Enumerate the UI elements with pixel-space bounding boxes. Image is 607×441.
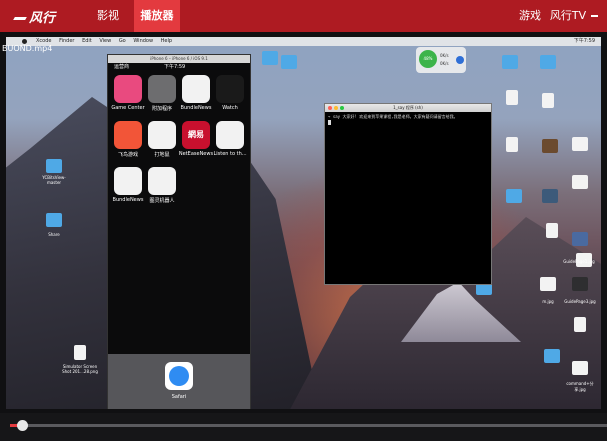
folder-icon [46,159,62,173]
mac-menubar: Xcode Finder Edit View Go Window Help 下午… [6,37,601,46]
terminal-cursor [328,120,331,125]
mac-menu-item: Edit [82,38,92,44]
safari-label: Safari [171,394,187,400]
ios-app-icon[interactable]: 網易 [182,121,210,149]
memory-percent: 48% [419,50,437,68]
desktop-icon-label: command+分享.jpg [566,381,594,392]
ios-time: 下午7:59 [164,64,186,70]
image-file-icon [74,345,86,360]
desktop-icon-label: Simulator Screen Shot 201...28.png [62,364,98,374]
folder-icon [506,189,522,203]
terminal-output[interactable]: → say 大家好! 欢迎来到苹果课程,我是老师。大家有疑问请留言给我。 [325,112,491,129]
upload-speed: 0K/s [440,53,449,58]
image-file-icon [572,232,588,246]
image-file-icon [542,189,558,203]
seek-bar[interactable] [0,413,607,441]
ios-app-icon[interactable] [216,121,244,149]
desktop-icon-label: Share [48,232,60,237]
document-icon [574,317,586,332]
ios-app-label: 图灵机器人 [149,198,175,204]
image-file-icon [572,137,588,151]
folder-icon [540,55,556,69]
document-icon [506,137,518,152]
mac-menu-item: Window [133,38,154,44]
desktop-icon-label: GuidePage1.jpg [563,259,595,264]
image-file-icon [540,277,556,291]
safari-app-icon[interactable] [165,362,193,390]
ios-dock: Safari [108,354,250,409]
tab-library[interactable]: 影视库 [92,0,124,54]
ios-simulator-window[interactable]: iPhone 6 – iPhone 6 / iOS 9.1 运营商 下午7:59… [107,54,251,409]
seek-knob[interactable] [17,420,28,431]
menu-icon[interactable] [591,15,598,17]
document-icon [546,223,558,238]
download-speed: 0K/s [440,61,449,66]
terminal-line: → say 大家好! 欢迎来到苹果课程,我是老师。大家有疑问请留言给我。 [328,114,458,119]
compass-icon [169,366,189,386]
tab-funshion-tv[interactable]: 风行TV [548,0,588,32]
minimize-icon[interactable] [334,106,338,110]
terminal-title: 1_say 程序 (sh) [393,105,423,110]
ios-app-icon[interactable] [216,75,244,103]
desktop-icon-label: YCBitsView-master [42,175,66,185]
ios-app-icon[interactable] [182,75,210,103]
seek-track[interactable] [10,424,607,427]
tab-player[interactable]: 播放器 [134,0,180,32]
close-icon[interactable] [328,106,332,110]
ios-app-label: Watch [222,105,238,111]
zoom-icon[interactable] [340,106,344,110]
video-frame[interactable]: Xcode Finder Edit View Go Window Help 下午… [6,37,601,409]
funshion-logo[interactable]: 风行 [13,7,55,26]
shield-icon [456,56,464,64]
ios-app-icon[interactable] [148,167,176,195]
image-file-icon [572,175,588,189]
folder-icon [262,51,278,65]
folder-icon [544,349,560,363]
ios-app-icon[interactable] [148,75,176,103]
folder-icon [46,213,62,227]
ios-status-bar: 运营商 下午7:59 [108,63,250,71]
ios-app-icon[interactable] [114,167,142,195]
player-top-bar: 风行 影视库 播放器 游戏 风行TV [0,0,607,54]
ios-app-icon[interactable] [114,75,142,103]
image-file-icon [572,277,588,291]
mac-menu-item: View [99,38,112,44]
document-icon [542,93,554,108]
tab-games[interactable]: 游戏 [518,0,542,32]
mac-menu-item: Help [160,38,173,44]
ios-app-icon[interactable] [114,121,142,149]
folder-icon [502,55,518,69]
desktop-icon-label: GuidePage3.jpg [564,299,596,304]
mac-clock: 下午7:59 [573,38,595,44]
image-file-icon [542,139,558,153]
mac-menu-item: Finder [59,38,75,44]
mac-menu-item: Go [118,38,126,44]
desktop-icon-label: m.jpg [542,299,554,304]
ios-carrier: 运营商 [114,64,130,70]
document-icon [506,90,518,105]
ios-app-icon[interactable] [148,121,176,149]
terminal-titlebar: 1_say 程序 (sh) [325,104,491,112]
terminal-window[interactable]: 1_say 程序 (sh) → say 大家好! 欢迎来到苹果课程,我是老师。大… [324,103,492,285]
image-file-icon [572,361,588,375]
netease-logo: 網易 [188,130,204,139]
video-filename: BUOND.mp4 [2,44,53,53]
folder-icon [281,55,297,69]
ios-app-label: Listen to th... [213,151,247,157]
network-monitor-widget: 48% 0K/s 0K/s [416,47,466,73]
simulator-title: iPhone 6 – iPhone 6 / iOS 9.1 [108,55,250,63]
